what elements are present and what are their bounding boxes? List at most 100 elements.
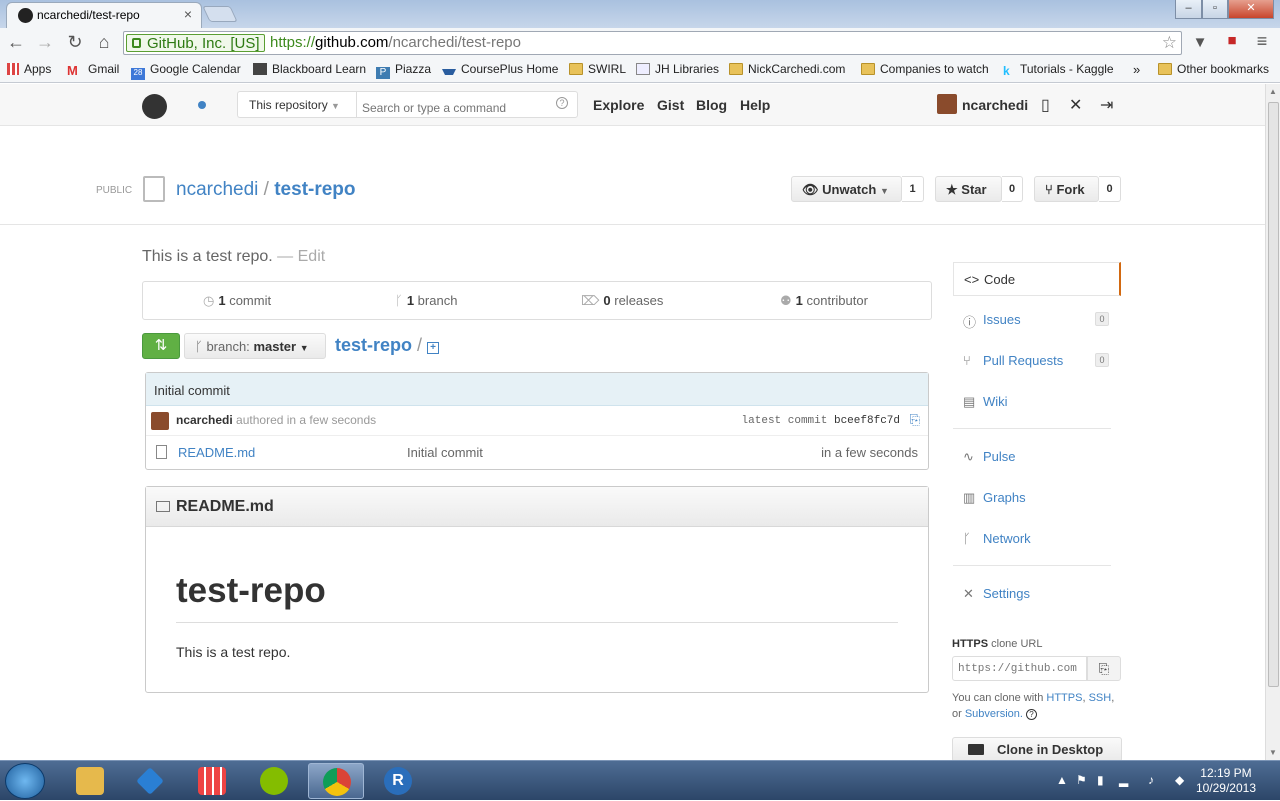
sidebar-item-pulse[interactable]: ∿ Pulse [953,440,1121,474]
bookmark-companies[interactable]: Companies to watch [861,62,989,76]
unwatch-button[interactable]: 👁 Unwatch ▼ [791,176,902,202]
back-arrow-icon[interactable]: ← [4,32,28,53]
notifications-icon[interactable] [198,101,206,109]
taskbar-r[interactable]: R [370,763,426,799]
scroll-down-icon[interactable]: ▼ [1269,748,1277,757]
minimize-button[interactable]: – [1175,0,1202,19]
bookmark-star-icon[interactable]: ☆ [1162,33,1177,53]
summary-releases[interactable]: ⌦ 0 releases [581,293,663,309]
browser-tab[interactable]: ncarchedi/test-repo × [6,2,202,28]
bookmark-blackboard[interactable]: Blackboard Learn [253,62,366,76]
clone-https-link[interactable]: HTTPS [1046,692,1082,704]
file-commit-message[interactable]: Initial commit [407,445,483,460]
copy-clone-url-icon[interactable]: ⎘ [1087,656,1121,681]
battery-icon[interactable]: ▮ [1097,773,1104,787]
username-link[interactable]: ncarchedi [962,97,1028,113]
clone-subversion-link[interactable]: Subversion. [965,708,1023,720]
fork-button[interactable]: ⑂ Fork [1034,176,1099,202]
copy-sha-icon[interactable]: ⎘ [910,412,920,428]
sidebar-item-pull-requests[interactable]: ⑂ Pull Requests 0 [953,344,1121,378]
address-bar[interactable]: GitHub, Inc. [US] https://github.com/nca… [123,31,1182,55]
account-settings-icon[interactable]: ✕ [1069,95,1082,115]
star-button[interactable]: ★ Star [935,176,1002,202]
bookmark-courseplus[interactable]: CoursePlus Home [442,62,558,76]
clone-url-field[interactable]: https://github.com [952,656,1087,681]
secure-badge[interactable]: GitHub, Inc. [US] [126,34,265,52]
search-scope-dropdown[interactable]: This repository ▼ [237,91,356,118]
commit-sha-link[interactable]: bceef8fc7d [834,415,900,427]
bookmark-gmail[interactable]: M Gmail [67,62,119,78]
latest-commit-message[interactable]: Initial commit [146,373,928,406]
url-text[interactable]: https://github.com/ncarchedi/test-repo [270,34,521,51]
scroll-up-icon[interactable]: ▲ [1269,87,1277,96]
reload-icon[interactable]: ↻ [63,32,87,53]
repo-name-link[interactable]: test-repo [274,179,355,200]
avatar[interactable] [937,94,957,114]
taskbar-apps[interactable] [184,763,240,799]
bookmark-apps[interactable]: Apps [7,62,51,76]
bookmark-swirl[interactable]: SWIRL [569,62,626,76]
sidebar-item-network[interactable]: ᚴ Network [953,522,1121,556]
summary-contributors[interactable]: ⚉ 1 contributor [780,293,868,309]
bookmarks-overflow-button[interactable]: » [1133,62,1140,77]
bookmark-google-calendar[interactable]: 28 Google Calendar [131,62,241,80]
commit-author-link[interactable]: ncarchedi [176,413,233,427]
nav-blog[interactable]: Blog [696,97,727,113]
help-icon[interactable]: ? [1026,709,1037,720]
summary-branches[interactable]: ᚴ1 branch [395,293,457,308]
volume-icon[interactable]: ♪ [1148,773,1154,787]
action-center-icon[interactable]: ⚑ [1076,773,1087,787]
edit-description-link[interactable]: — Edit [277,248,325,265]
nav-gist[interactable]: Gist [657,97,684,113]
taskbar-chrome[interactable] [308,763,364,799]
sign-out-icon[interactable]: ⇥ [1100,95,1113,115]
taskbar-dropbox[interactable] [122,763,178,799]
nav-explore[interactable]: Explore [593,97,644,113]
pocket-extension-icon[interactable]: ▼ [1188,34,1212,51]
menu-icon[interactable]: ≡ [1250,31,1274,52]
sidebar-item-wiki[interactable]: ▤ Wiki [953,385,1121,419]
branch-selector[interactable]: ᚴ branch: master ▼ [184,333,326,359]
repo-owner-link[interactable]: ncarchedi [176,179,258,200]
taskbar-spotify[interactable] [246,763,302,799]
maximize-button[interactable]: ▫ [1202,0,1228,19]
create-repo-icon[interactable]: ▯ [1041,95,1050,115]
sidebar-item-graphs[interactable]: ▥ Graphs [953,481,1121,515]
home-icon[interactable]: ⌂ [92,32,116,53]
taskbar-explorer[interactable] [62,763,118,799]
search-input[interactable] [356,91,578,118]
network-signal-icon[interactable]: ▂ [1119,773,1128,787]
show-hidden-icons-icon[interactable]: ▲ [1056,773,1068,787]
compare-button[interactable]: ⇅ [142,333,180,359]
search-help-icon[interactable]: ? [556,97,568,109]
dropbox-tray-icon[interactable]: ◆ [1175,773,1184,787]
new-tab-button[interactable] [202,6,238,22]
file-name-link[interactable]: README.md [178,445,255,460]
nav-help[interactable]: Help [740,97,770,113]
clone-in-desktop-button[interactable]: Clone in Desktop [952,737,1122,762]
summary-commits[interactable]: ◷ 1 commit [203,293,271,309]
watch-count[interactable]: 1 [902,176,924,202]
bookmark-piazza[interactable]: P Piazza [376,62,431,79]
new-file-icon[interactable]: + [427,342,440,354]
star-count[interactable]: 0 [1002,176,1023,202]
bookmark-other[interactable]: Other bookmarks [1158,62,1269,76]
sidebar-item-settings[interactable]: ✕ Settings [953,577,1121,611]
extension-icon[interactable]: ■ [1220,32,1244,49]
breadcrumb-repo-link[interactable]: test-repo [335,335,412,355]
fork-count[interactable]: 0 [1099,176,1121,202]
start-button[interactable] [5,763,45,799]
bookmark-jh-libraries[interactable]: JH Libraries [636,62,719,76]
bookmark-kaggle[interactable]: k Tutorials - Kaggle [1003,62,1114,78]
bookmark-nickcarchedi[interactable]: NickCarchedi.com [729,62,845,76]
sidebar-item-code[interactable]: <> Code [953,262,1121,296]
close-window-button[interactable]: ✕ [1228,0,1274,19]
system-clock[interactable]: 12:19 PM 10/29/2013 [1196,766,1256,796]
forward-arrow-icon[interactable]: → [33,32,57,53]
avatar[interactable] [151,412,169,430]
github-octocat-icon[interactable] [142,94,167,119]
sidebar-item-issues[interactable]: ⓘ Issues 0 [953,303,1121,337]
page-scrollbar[interactable]: ▲ ▼ [1265,84,1280,760]
tab-close-icon[interactable]: × [184,6,192,22]
clone-ssh-link[interactable]: SSH [1089,692,1112,704]
